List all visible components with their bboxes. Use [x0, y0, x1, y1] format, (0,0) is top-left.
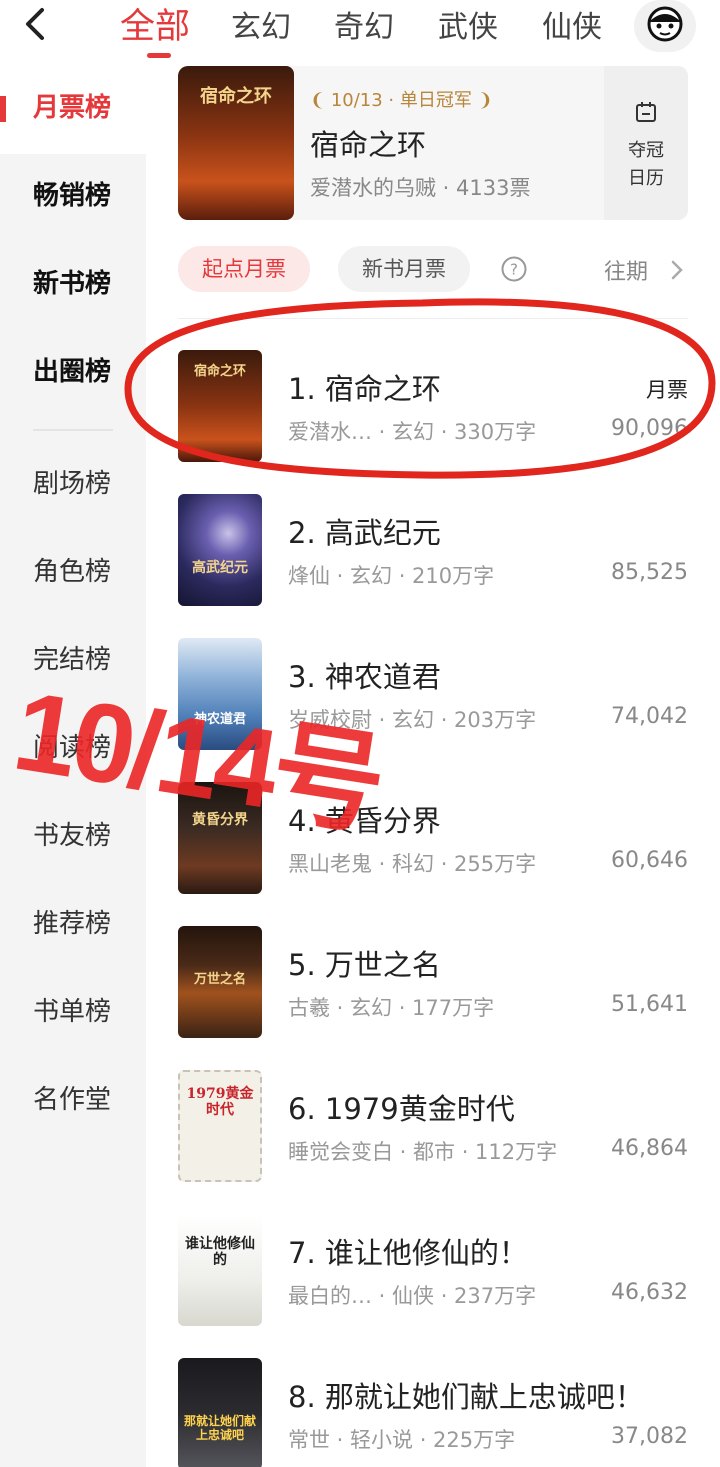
user-avatar-icon — [647, 6, 683, 42]
book-meta: 睡觉会变白 · 都市 · 112万字 — [288, 1140, 558, 1164]
rank-row-5[interactable]: 万世之名 5. 万世之名 古羲 · 玄幻 · 177万字 51,641 — [178, 926, 688, 1038]
past-issues-link[interactable]: 往期 — [604, 254, 648, 286]
chevron-right-icon[interactable] — [670, 260, 684, 280]
sidebar-divider — [33, 429, 113, 431]
sidebar-item-booklist[interactable]: 书单榜 — [0, 992, 146, 1032]
book-cover: 那就让她们献上忠诚吧 — [178, 1358, 262, 1467]
top-nav: 全部 玄幻 奇幻 武侠 仙侠 — [0, 0, 720, 62]
champion-meta: 爱潜水的乌贼 · 4133票 — [310, 176, 531, 200]
sidebar-item-monthly[interactable]: 月票榜 — [0, 62, 146, 154]
avatar[interactable] — [634, 0, 696, 52]
cover-title: 高武纪元 — [192, 560, 248, 576]
champion-badge: ❨ 10/13 · 单日冠军 ❩ — [310, 86, 493, 112]
tab-xuanhuan[interactable]: 玄幻 — [231, 2, 291, 46]
vote-count: 85,525 — [611, 560, 688, 585]
sidebar-item-recommend[interactable]: 推荐榜 — [0, 904, 146, 944]
laurel-right-icon: ❩ — [477, 90, 493, 111]
rank-row-2[interactable]: 高武纪元 2. 高武纪元 烽仙 · 玄幻 · 210万字 85,525 — [178, 494, 688, 606]
book-cover: 谁让他修仙的 — [178, 1214, 262, 1326]
tab-active-indicator — [147, 53, 171, 58]
vote-count: 74,042 — [611, 704, 688, 729]
cover-title: 万世之名 — [193, 972, 246, 987]
vote-count: 37,082 — [611, 1424, 688, 1449]
champion-book-cover: 宿命之环 — [178, 66, 294, 220]
tab-wuxia[interactable]: 武侠 — [438, 2, 498, 46]
tab-all[interactable]: 全部 — [120, 0, 190, 49]
help-icon[interactable]: ? — [501, 256, 527, 282]
book-meta: 古羲 · 玄幻 · 177万字 — [288, 996, 495, 1020]
book-title: 7. 谁让他修仙的！ — [288, 1236, 528, 1270]
sidebar-item-masterpiece[interactable]: 名作堂 — [0, 1080, 146, 1120]
calendar-icon — [636, 102, 656, 122]
champion-cover-title: 宿命之环 — [200, 86, 272, 107]
book-title: 6. 1979黄金时代 — [288, 1092, 515, 1126]
book-meta: 烽仙 · 玄幻 · 210万字 — [288, 564, 495, 588]
vote-count: 60,646 — [611, 848, 688, 873]
book-meta: 常世 · 轻小说 · 225万字 — [288, 1428, 516, 1452]
laurel-left-icon: ❨ — [310, 90, 326, 111]
sidebar-item-character[interactable]: 角色榜 — [0, 552, 146, 592]
rank-row-8[interactable]: 那就让她们献上忠诚吧 8. 那就让她们献上忠诚吧！ 常世 · 轻小说 · 225… — [178, 1358, 688, 1467]
book-title: 8. 那就让她们献上忠诚吧！ — [288, 1380, 644, 1414]
champion-badge-text: 10/13 · 单日冠军 — [330, 90, 472, 111]
vote-count: 46,864 — [611, 1136, 688, 1161]
champion-calendar-button[interactable]: 夺冠 日历 — [604, 66, 688, 220]
cover-title: 谁让他修仙的 — [185, 1236, 255, 1268]
book-cover: 高武纪元 — [178, 494, 262, 606]
book-meta: 黑山老鬼 · 科幻 · 255万字 — [288, 852, 537, 876]
book-cover: 万世之名 — [178, 926, 262, 1038]
calendar-label-line1: 夺冠 — [628, 140, 664, 161]
calendar-label-line2: 日历 — [628, 168, 664, 189]
filter-qidian-monthly[interactable]: 起点月票 — [178, 246, 310, 292]
tab-xianxia[interactable]: 仙侠 — [542, 2, 602, 46]
highlight-circle-annotation — [124, 298, 716, 479]
daily-champion-card[interactable]: 宿命之环 ❨ 10/13 · 单日冠军 ❩ 宿命之环 爱潜水的乌贼 · 4133… — [178, 66, 688, 220]
champion-title: 宿命之环 — [310, 128, 427, 162]
book-meta: 最白的… · 仙侠 · 237万字 — [288, 1284, 537, 1308]
vote-count: 46,632 — [611, 1280, 688, 1305]
sidebar-item-label: 月票榜 — [33, 93, 112, 123]
rank-row-7[interactable]: 谁让他修仙的 7. 谁让他修仙的！ 最白的… · 仙侠 · 237万字 46,6… — [178, 1214, 688, 1326]
svg-text:?: ? — [510, 261, 518, 279]
filter-newbook-monthly[interactable]: 新书月票 — [338, 246, 470, 292]
vote-count: 51,641 — [611, 992, 688, 1017]
cover-title: 1979黄金时代 — [186, 1086, 254, 1118]
back-arrow-icon[interactable] — [16, 4, 56, 44]
book-title: 5. 万世之名 — [288, 948, 441, 982]
cover-title: 那就让她们献上忠诚吧 — [183, 1414, 256, 1442]
sidebar-item-readers[interactable]: 书友榜 — [0, 816, 146, 856]
book-cover: 1979黄金时代 — [178, 1070, 262, 1182]
rank-row-6[interactable]: 1979黄金时代 6. 1979黄金时代 睡觉会变白 · 都市 · 112万字 … — [178, 1070, 688, 1182]
tab-qihuan[interactable]: 奇幻 — [334, 2, 394, 46]
book-title: 2. 高武纪元 — [288, 516, 441, 550]
sidebar-active-indicator — [0, 96, 6, 122]
sidebar-item-bestseller[interactable]: 畅销榜 — [0, 176, 146, 216]
